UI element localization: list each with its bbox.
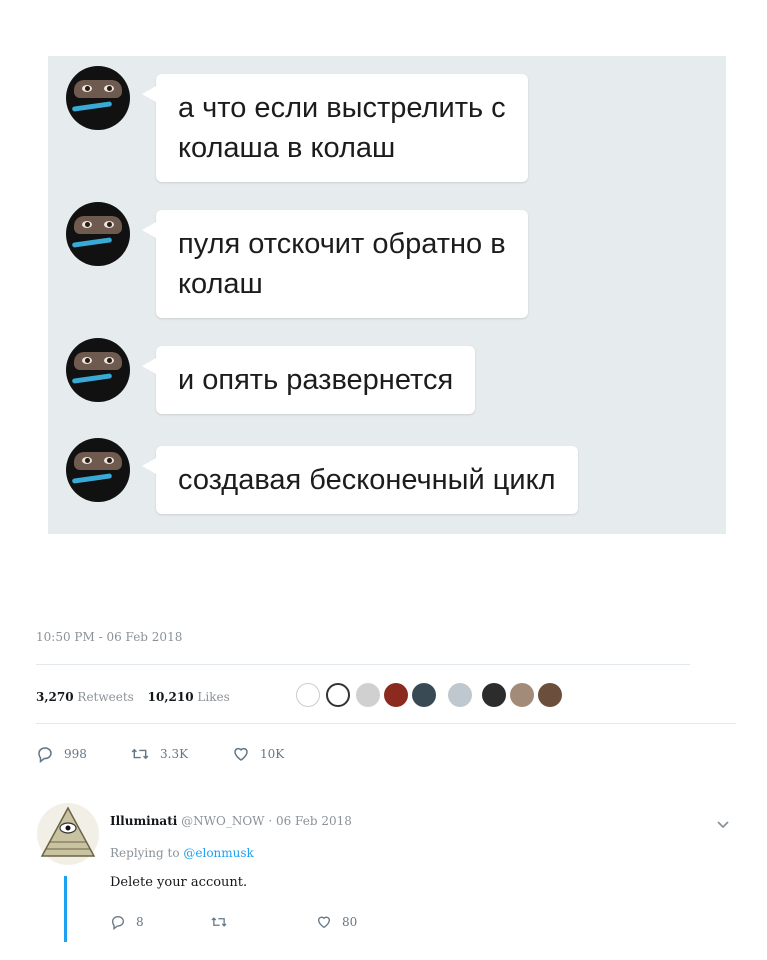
reply-date[interactable]: 06 Feb 2018 <box>276 814 352 828</box>
reply-action[interactable]: 998 <box>36 745 87 763</box>
reply-text: Delete your account. <box>110 875 248 890</box>
reply-reply-count: 8 <box>136 915 144 929</box>
retweet-count: 3.3K <box>160 747 189 761</box>
message-text: а что если выстрелить с <box>178 92 506 124</box>
replying-to-link[interactable]: @elonmusk <box>183 846 253 860</box>
message-bubble: и опять развернется <box>141 346 476 414</box>
like-count: 10K <box>260 747 285 761</box>
replying-prefix: Replying to <box>110 846 180 860</box>
illuminati-pyramid-icon <box>37 803 99 865</box>
avatar[interactable] <box>66 438 130 502</box>
liker-avatar[interactable] <box>538 683 562 707</box>
like-action[interactable]: 10K <box>232 745 284 763</box>
reply-icon <box>111 915 125 930</box>
liker-avatar[interactable] <box>356 683 380 707</box>
message-text: колаша в колаш <box>178 132 396 164</box>
liker-avatar[interactable] <box>448 683 472 707</box>
avatar[interactable] <box>66 338 130 402</box>
tweet-timestamp[interactable]: 10:50 PM - 06 Feb 2018 <box>36 630 182 644</box>
chat-screenshot: а что если выстрелить с колаша в колаш п… <box>48 56 726 534</box>
liker-avatar[interactable] <box>412 683 436 707</box>
reply-like-action[interactable]: 80 <box>316 914 357 930</box>
message-text: создавая бесконечный цикл <box>178 464 556 496</box>
liker-avatar[interactable] <box>510 683 534 707</box>
retweet-action[interactable]: 3.3K <box>130 745 188 763</box>
separator: · <box>268 814 273 828</box>
retweets-label[interactable]: Retweets <box>77 690 133 704</box>
message-bubble: а что если выстрелить с колаша в колаш <box>142 74 528 182</box>
avatar[interactable] <box>66 202 130 266</box>
divider <box>36 723 736 724</box>
reply-icon <box>38 747 52 763</box>
divider <box>36 664 690 665</box>
reply-header: Illuminati @NWO_NOW · 06 Feb 2018 <box>110 814 352 828</box>
tweet-stats: 3,270 Retweets 10,210 Likes <box>36 690 230 704</box>
message-bubble: пуля отскочит обратно в колаш <box>142 210 528 318</box>
message-text: колаш <box>178 268 263 300</box>
reply-like-count: 80 <box>342 915 358 929</box>
message-bubble: создавая бесконечный цикл <box>142 446 578 514</box>
likers-avatars <box>296 683 616 709</box>
reply-reply-action[interactable]: 8 <box>110 914 144 930</box>
liker-avatar[interactable] <box>326 683 350 707</box>
reply-author-handle[interactable]: @NWO_NOW <box>181 814 264 828</box>
reply-avatar[interactable] <box>36 802 100 866</box>
replying-to: Replying to @elonmusk <box>110 846 254 860</box>
heart-icon <box>317 916 331 929</box>
avatar[interactable] <box>66 66 130 130</box>
retweet-icon <box>131 748 149 760</box>
heart-icon <box>234 747 248 761</box>
likes-count[interactable]: 10,210 <box>148 690 194 704</box>
reply-retweet-action[interactable] <box>210 914 238 930</box>
thread-line <box>64 876 67 942</box>
chevron-down-icon[interactable] <box>716 820 730 830</box>
liker-avatar[interactable] <box>296 683 320 707</box>
retweets-count[interactable]: 3,270 <box>36 690 74 704</box>
reply-author-name[interactable]: Illuminati <box>110 814 177 828</box>
reply-count: 998 <box>64 747 87 761</box>
liker-avatar[interactable] <box>482 683 506 707</box>
likes-label[interactable]: Likes <box>197 690 229 704</box>
retweet-icon <box>211 917 227 927</box>
message-text: и опять развернется <box>178 364 454 396</box>
liker-avatar[interactable] <box>384 683 408 707</box>
message-text: пуля отскочит обратно в <box>178 228 506 260</box>
